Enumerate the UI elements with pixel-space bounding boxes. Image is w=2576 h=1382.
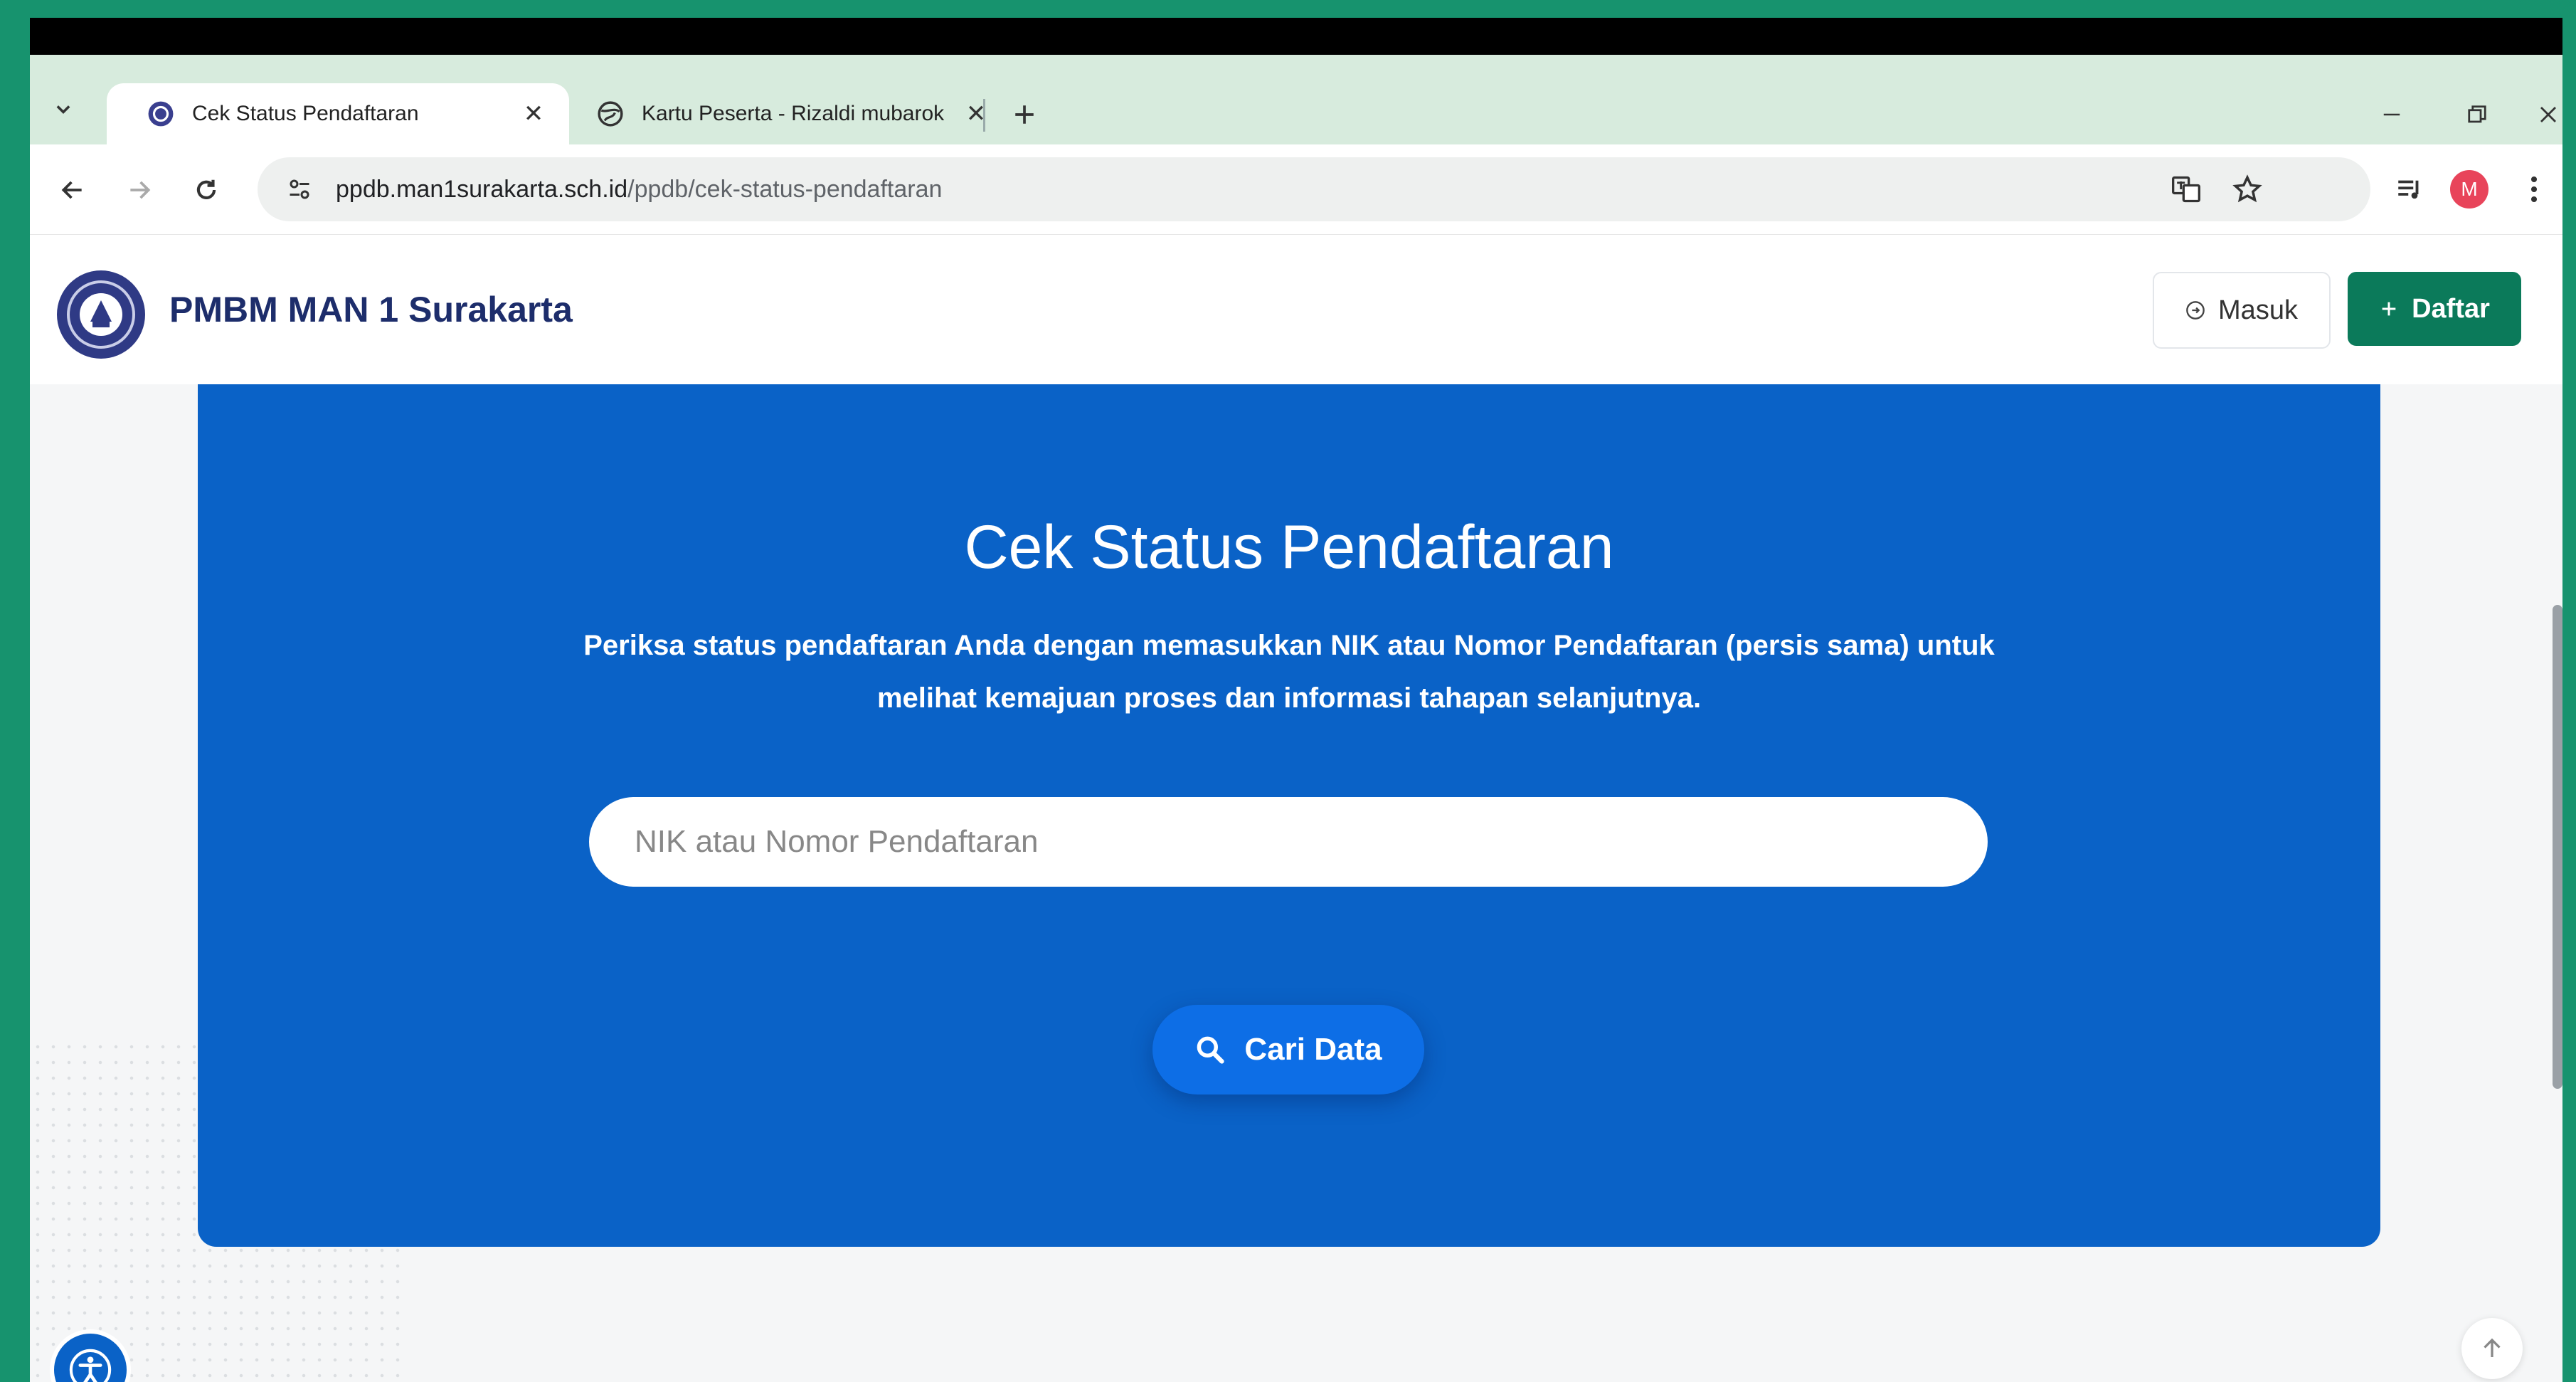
login-icon — [2186, 301, 2205, 320]
plus-icon — [1015, 105, 1034, 124]
site-brand[interactable]: PMBM MAN 1 Surakarta — [169, 289, 573, 330]
browser-window: Cek Status Pendaftaran ✕ Kartu Peserta -… — [30, 18, 2562, 1382]
globe-icon — [596, 100, 625, 128]
tab-title: Kartu Peserta - Rizaldi mubarok — [642, 102, 945, 125]
search-button[interactable]: Cari Data — [1152, 1005, 1424, 1094]
back-button[interactable] — [51, 169, 94, 211]
restore-button[interactable] — [2449, 92, 2506, 137]
url-path: /ppdb/cek-status-pendaftaran — [627, 175, 943, 203]
search-icon — [1197, 1036, 1225, 1064]
tab-cek-status[interactable]: Cek Status Pendaftaran ✕ — [107, 83, 569, 144]
status-check-hero: Cek Status Pendaftaran Periksa status pe… — [198, 384, 2380, 1247]
translate-icon[interactable] — [2168, 172, 2204, 207]
tab-kartu-peserta[interactable]: Kartu Peserta - Rizaldi mubarok ✕ — [556, 83, 1012, 144]
login-button[interactable]: Masuk — [2153, 272, 2331, 349]
page-description: Periksa status pendaftaran Anda dengan m… — [583, 630, 1995, 714]
tab-list-button[interactable] — [46, 92, 81, 127]
register-label: Daftar — [2412, 293, 2490, 324]
star-icon[interactable] — [2230, 172, 2265, 207]
web-page: PMBM MAN 1 Surakarta Masuk Daftar Cek St… — [30, 235, 2562, 1382]
site-header: PMBM MAN 1 Surakarta Masuk Daftar — [30, 235, 2562, 384]
reload-button[interactable] — [185, 169, 228, 211]
url-host: ppdb.man1surakarta.sch.id — [336, 175, 628, 203]
emblem-icon — [67, 280, 135, 349]
close-window-button[interactable] — [2534, 92, 2562, 137]
tab-separator — [983, 99, 985, 132]
forward-button[interactable] — [118, 169, 161, 211]
plus-icon — [2382, 302, 2396, 316]
arrow-right-icon — [130, 181, 151, 199]
new-tab-button[interactable] — [1002, 92, 1047, 137]
scroll-to-top-button[interactable] — [2461, 1318, 2523, 1379]
tune-icon[interactable] — [282, 172, 317, 207]
nik-search-input[interactable] — [589, 797, 1988, 887]
school-logo[interactable] — [57, 270, 145, 359]
close-icon[interactable]: ✕ — [962, 100, 990, 128]
restore-icon — [2468, 105, 2486, 123]
search-button-label: Cari Data — [1244, 1032, 1382, 1067]
register-button[interactable]: Daftar — [2348, 272, 2521, 346]
address-bar[interactable]: ppdb.man1surakarta.sch.id/ppdb/cek-statu… — [258, 157, 2370, 221]
accessibility-icon — [69, 1349, 112, 1382]
profile-avatar[interactable]: M — [2450, 170, 2488, 209]
minimize-icon — [2383, 113, 2400, 116]
tab-strip: Cek Status Pendaftaran ✕ Kartu Peserta -… — [30, 55, 2562, 144]
minimize-button[interactable] — [2363, 92, 2420, 137]
arrow-up-icon — [2484, 1338, 2501, 1357]
browser-toolbar: ppdb.man1surakarta.sch.id/ppdb/cek-statu… — [30, 144, 2562, 235]
media-queue-icon[interactable] — [2387, 167, 2432, 211]
page-title: Cek Status Pendaftaran — [964, 513, 1614, 581]
screen-top-bar — [30, 18, 2562, 55]
login-label: Masuk — [2218, 295, 2298, 325]
close-icon[interactable]: ✕ — [519, 100, 548, 128]
school-logo-icon — [147, 100, 175, 128]
url-text: ppdb.man1surakarta.sch.id/ppdb/cek-statu… — [336, 176, 942, 204]
arrow-left-icon — [61, 181, 82, 199]
page-scrollbar[interactable] — [2553, 605, 2562, 1089]
tab-title: Cek Status Pendaftaran — [192, 102, 419, 125]
kebab-menu-icon[interactable] — [2520, 167, 2548, 211]
reload-icon — [196, 179, 216, 199]
chevron-down-icon — [56, 105, 70, 114]
close-icon — [2540, 107, 2556, 122]
